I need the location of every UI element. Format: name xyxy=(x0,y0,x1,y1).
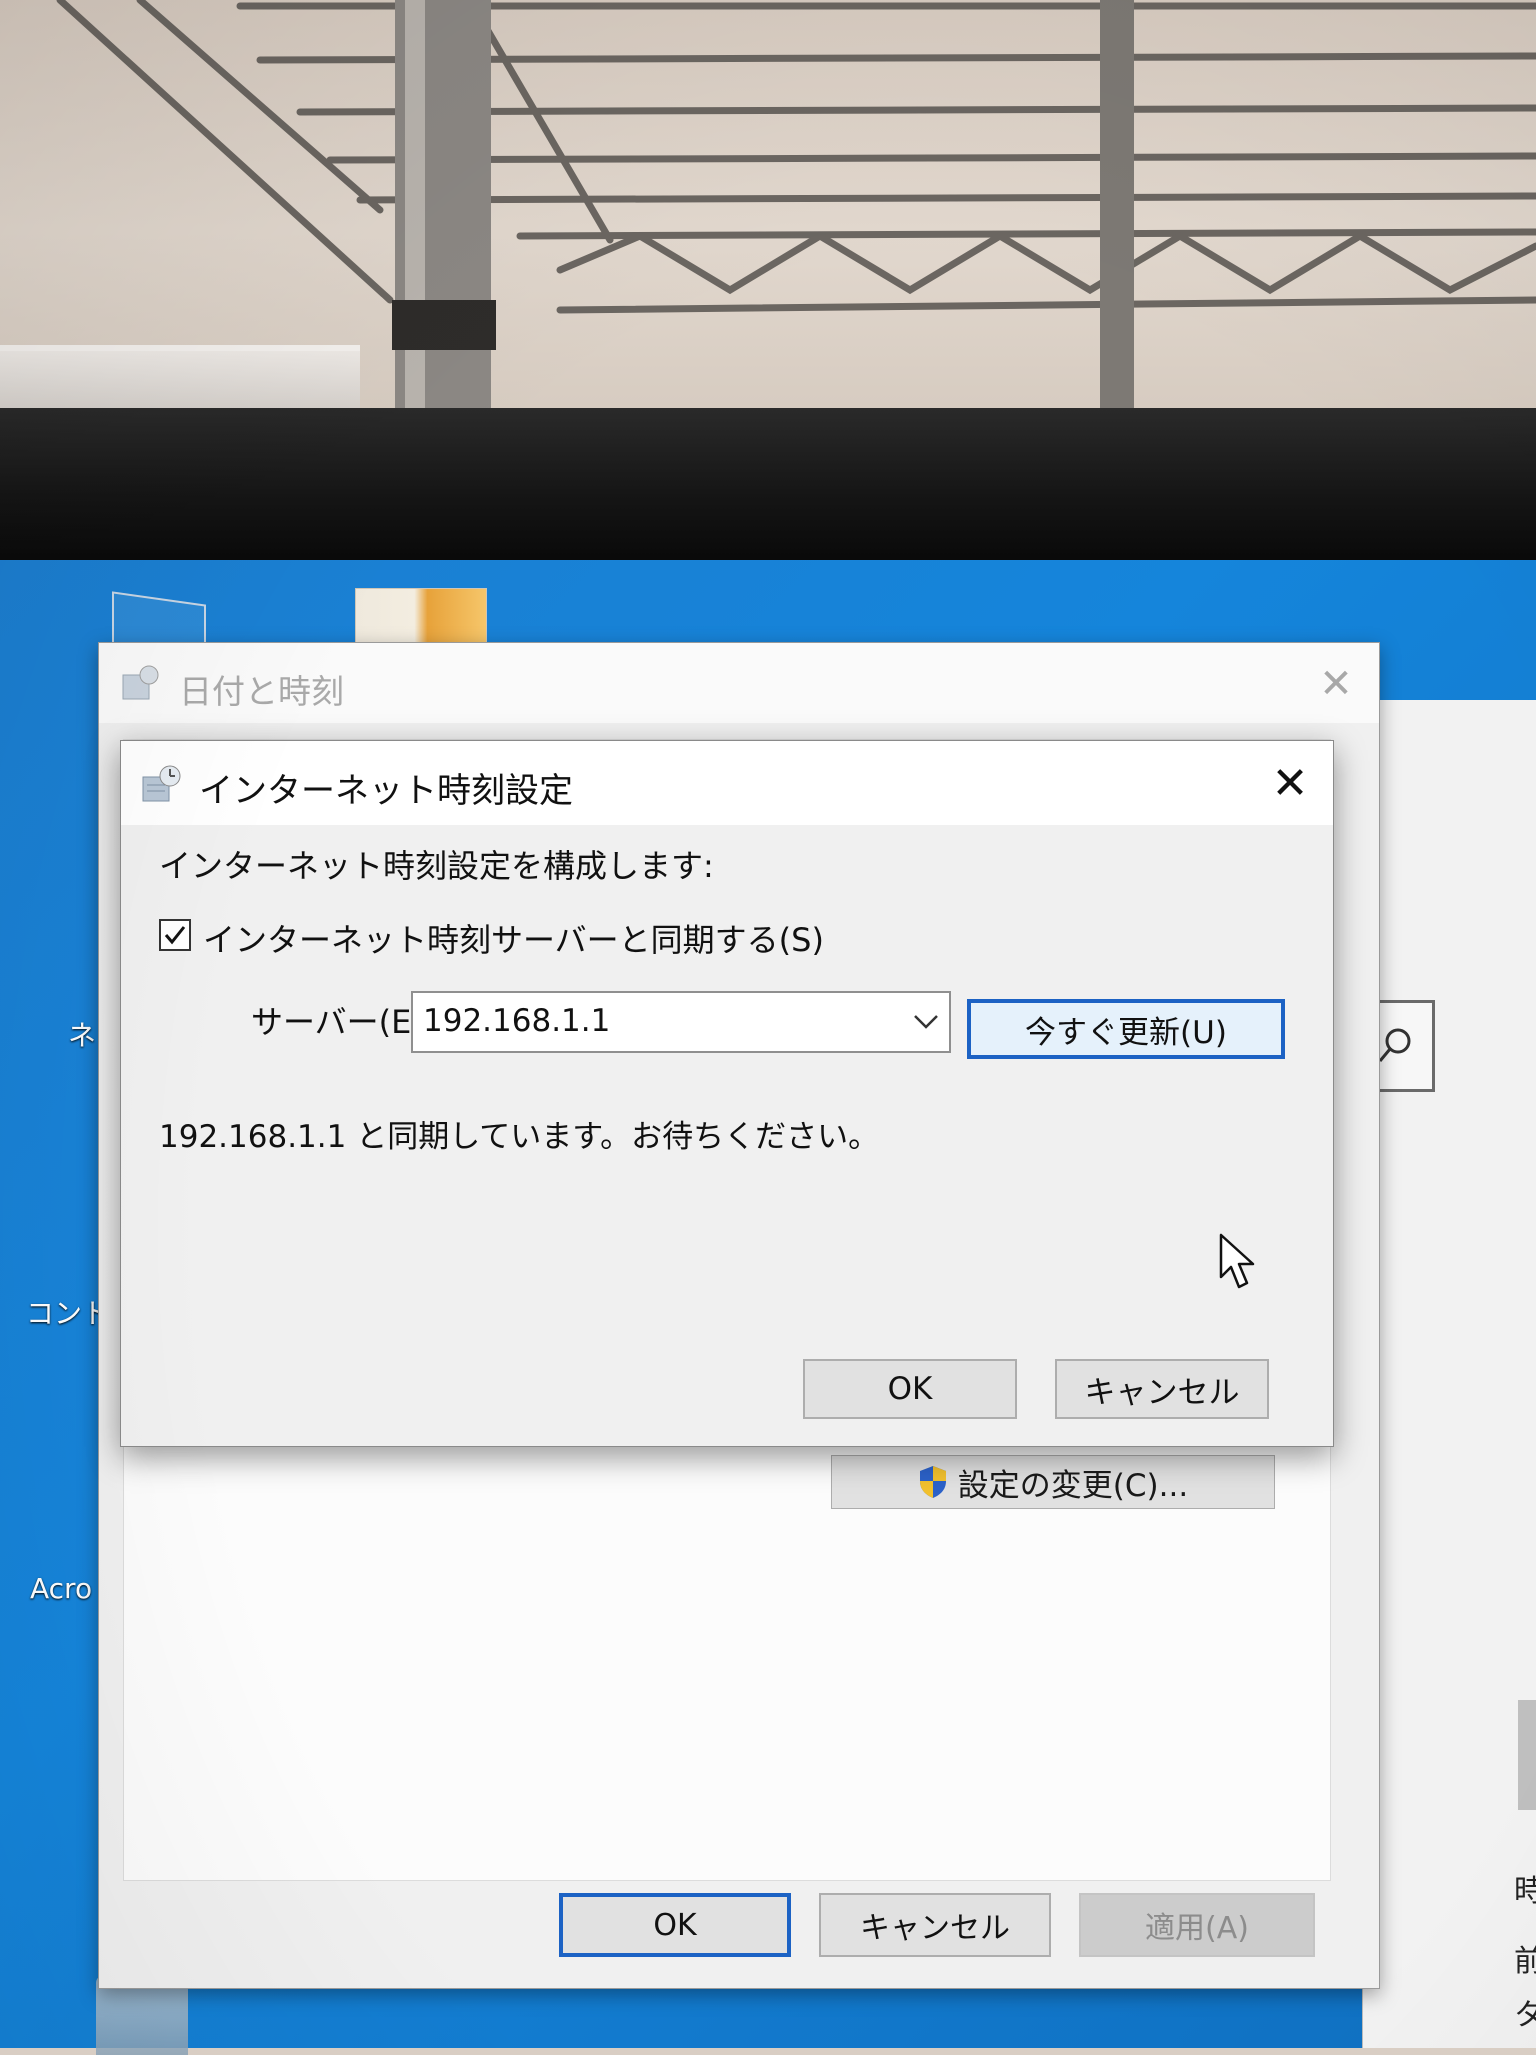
desktop-folder-icon[interactable] xyxy=(355,588,487,650)
background-text-1: 時 xyxy=(1514,1874,1536,1909)
server-dropdown[interactable]: 192.168.1.1 xyxy=(411,991,951,1053)
uac-shield-icon xyxy=(919,1466,946,1498)
monitor-bezel xyxy=(0,408,1536,568)
server-value[interactable]: 192.168.1.1 xyxy=(423,1003,610,1039)
sync-checkbox[interactable] xyxy=(159,919,191,951)
server-label: サーバー(E): xyxy=(251,1003,435,1041)
sync-checkbox-label[interactable]: インターネット時刻サーバーと同期する(S) xyxy=(203,915,824,961)
sync-status-message: 192.168.1.1 と同期しています。お待ちください。 xyxy=(159,1119,880,1155)
search-icon xyxy=(1378,1028,1411,1062)
back-apply-button[interactable]: 適用(A) xyxy=(1079,1893,1315,1957)
desktop-icon-label-network[interactable]: ネ xyxy=(68,1014,96,1054)
mouse-cursor-icon xyxy=(1219,1233,1255,1289)
cancel-button[interactable]: キャンセル xyxy=(1055,1359,1269,1419)
configure-heading: インターネット時刻設定を構成します: xyxy=(159,847,714,885)
background-window xyxy=(1362,700,1536,2048)
close-icon[interactable]: ✕ xyxy=(1313,661,1359,707)
background-text-2: 前 xyxy=(1514,1944,1536,1979)
change-settings-button[interactable]: 設定の変更(C)... xyxy=(831,1455,1275,1509)
checkmark-icon xyxy=(164,926,186,945)
chevron-down-icon[interactable] xyxy=(913,1010,939,1032)
clock-globe-icon xyxy=(122,665,159,700)
background-panel xyxy=(1518,1700,1536,1810)
change-settings-label: 設定の変更(C)... xyxy=(957,1467,1189,1504)
clock-globe-icon xyxy=(142,765,181,802)
back-ok-button[interactable]: OK xyxy=(559,1893,791,1957)
internet-time-title: インターネット時刻設定 xyxy=(199,771,573,811)
date-time-titlebar: 日付と時刻 ✕ xyxy=(99,643,1379,723)
background-text-3: タ xyxy=(1514,1998,1536,2033)
back-cancel-button[interactable]: キャンセル xyxy=(819,1893,1051,1957)
date-time-title: 日付と時刻 xyxy=(179,672,344,711)
cabinet xyxy=(0,345,360,411)
close-icon[interactable]: ✕ xyxy=(1263,757,1317,811)
ok-button[interactable]: OK xyxy=(803,1359,1017,1419)
update-now-button[interactable]: 今すぐ更新(U) xyxy=(967,999,1285,1059)
internet-time-dialog: インターネット時刻設定 ✕ インターネット時刻設定を構成します: インターネット… xyxy=(120,740,1334,1447)
desktop-icon-label-acrobat[interactable]: Acro xyxy=(30,1572,92,1605)
internet-time-titlebar: インターネット時刻設定 ✕ xyxy=(121,741,1333,825)
